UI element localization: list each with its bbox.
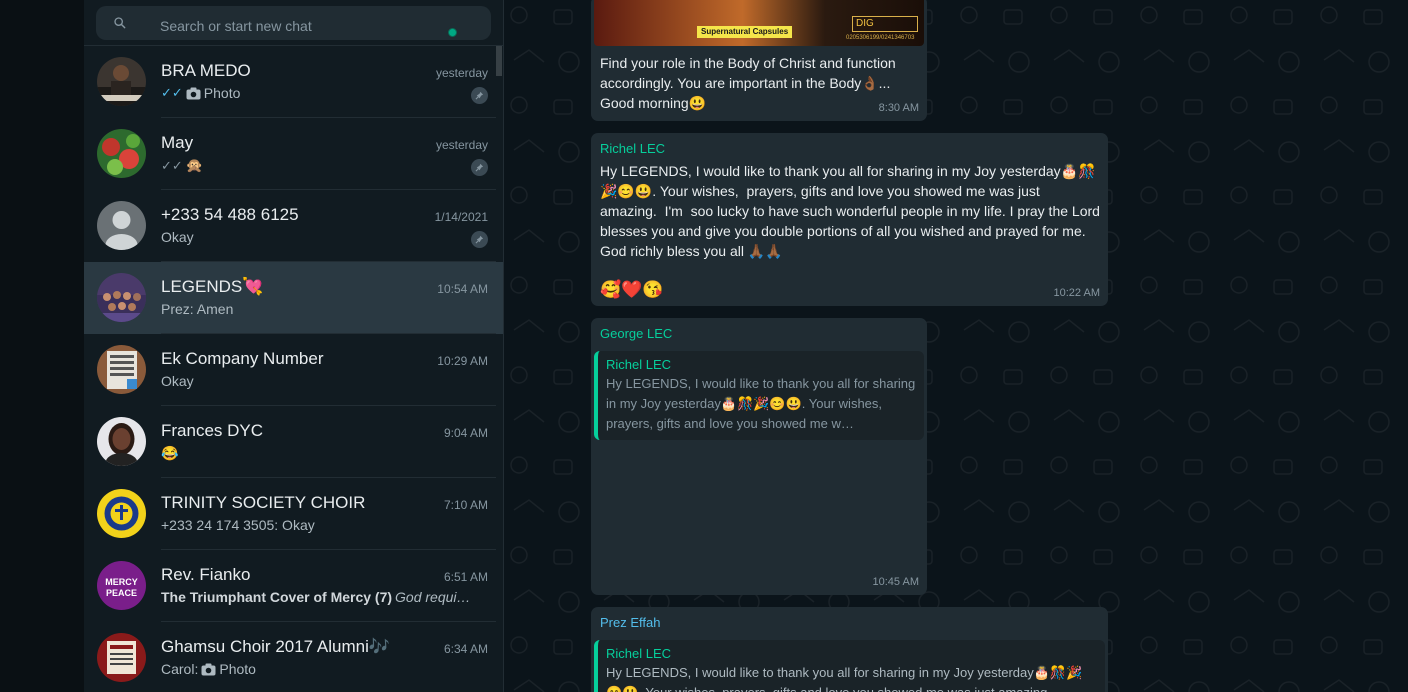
chat-time: 10:29 AM (437, 354, 488, 368)
chat-time: yesterday (435, 138, 488, 152)
chat-row-bra-medo[interactable]: BRA MEDO yesterday ✓✓ Photo (84, 46, 503, 118)
quoted-message[interactable]: Richel LEC Hy LEGENDS, I would like to t… (594, 351, 924, 440)
chat-preview: The Triumphant Cover of Mercy (7) God re… (161, 589, 470, 605)
message-bubble[interactable]: Richel LEC Hy LEGENDS, I would like to t… (591, 133, 1108, 306)
chat-preview-prefix: Carol: (161, 661, 199, 677)
pin-icon (471, 87, 488, 104)
image-caption: Supernatural Capsules (697, 26, 793, 38)
chat-row-ek-company[interactable]: Ek Company Number 10:29 AM Okay (84, 334, 503, 406)
avatar (97, 489, 146, 538)
chat-name: May (161, 133, 194, 152)
message-sender[interactable]: Prez Effah (600, 614, 1100, 632)
pin-icon (471, 159, 488, 176)
message-bubble[interactable]: Prez Effah Richel LEC Hy LEGENDS, I woul… (591, 607, 1108, 692)
avatar (97, 57, 146, 106)
chat-name: BRA MEDO (161, 61, 251, 80)
chat-time: 6:51 AM (443, 570, 488, 584)
chat-row-rev-fianko[interactable]: MERCY PEACE Rev. Fianko 6:51 AM The Trium… (84, 550, 503, 622)
chat-preview-bold: The Triumphant Cover of Mercy (7) (161, 589, 393, 605)
chat-preview-text: Okay (161, 373, 194, 389)
double-check-icon: ✓✓ (161, 157, 183, 173)
chat-preview: Carol: Photo (161, 661, 470, 677)
quoted-sender: Richel LEC (606, 357, 672, 372)
chat-preview-italic: God requi… (395, 589, 470, 605)
chat-preview: Okay (161, 373, 470, 389)
chat-time: 10:54 AM (437, 282, 488, 296)
chat-row-may[interactable]: May yesterday ✓✓ 🙊 (84, 118, 503, 190)
chat-preview: +233 24 174 3505: Okay (161, 517, 470, 533)
chat-preview: Prez: Amen (161, 301, 470, 317)
avatar (97, 345, 146, 394)
chat-preview: 😂 (161, 445, 470, 462)
chat-time: yesterday (435, 66, 488, 80)
camera-icon (201, 663, 216, 675)
chat-name: TRINITY SOCIETY CHOIR (161, 493, 366, 512)
chat-preview-text: 🙊 (185, 157, 204, 173)
conversation-panel: Supernatural Capsules DIG 0205306199/024… (504, 0, 1408, 692)
message-text-line: accordingly. You are important in the Bo… (600, 75, 891, 91)
search-input[interactable]: Search or start new chat (96, 6, 491, 40)
avatar-line2: PEACE (106, 588, 137, 598)
chat-row-legends[interactable]: LEGENDS💘 10:54 AM Prez: Amen (84, 262, 503, 334)
message-text-line: Find your role in the Body of Christ and… (600, 55, 896, 71)
chat-preview: ✓✓ Photo (161, 85, 470, 101)
chat-time: 9:04 AM (443, 426, 488, 440)
image-badge: DIG (852, 16, 918, 32)
chat-preview-text: Prez: Amen (161, 301, 234, 317)
chat-name: LEGENDS💘 (161, 277, 264, 296)
avatar (97, 129, 146, 178)
message-text-line: Good morning😃 (600, 95, 707, 111)
double-check-icon: ✓✓ (161, 85, 183, 100)
message-emojis: 🥰❤️😘 (600, 280, 664, 299)
chat-preview-text: Photo (203, 85, 241, 101)
pin-icon (471, 231, 488, 248)
chat-preview-text: 😂 (161, 445, 179, 461)
chat-name: Ghamsu Choir 2017 Alumni🎶 (161, 637, 391, 656)
message-bubble[interactable]: George LEC Richel LEC Hy LEGENDS, I woul… (591, 318, 927, 595)
chat-preview-text: Photo (219, 661, 256, 677)
message-time: 10:45 AM (872, 576, 919, 588)
avatar (97, 273, 146, 322)
avatar-line1: MERCY (105, 577, 138, 587)
message-time: 10:22 AM (1053, 287, 1100, 299)
quoted-text: Hy LEGENDS, I would like to thank you al… (606, 376, 916, 431)
chat-row-ghamsu[interactable]: Ghamsu Choir 2017 Alumni🎶 6:34 AM Carol:… (84, 622, 503, 692)
search-icon (114, 17, 126, 29)
chat-row-trinity[interactable]: TRINITY SOCIETY CHOIR 7:10 AM +233 24 17… (84, 478, 503, 550)
search-placeholder: Search or start new chat (160, 18, 312, 34)
quoted-text: Hy LEGENDS, I would like to thank you al… (606, 665, 1083, 692)
message-sender[interactable]: Richel LEC (600, 140, 1100, 158)
message-time: 8:30 AM (878, 102, 919, 114)
chat-name: Rev. Fianko (161, 565, 251, 584)
search-bar: Search or start new chat (84, 0, 503, 46)
message-text: Find your role in the Body of Christ and… (600, 53, 917, 113)
message-sender[interactable]: George LEC (600, 325, 919, 343)
chat-row-frances[interactable]: Frances DYC 9:04 AM 😂 (84, 406, 503, 478)
chat-name: Ek Company Number (161, 349, 324, 368)
chat-preview: Okay (161, 229, 470, 245)
message-bubble[interactable]: Supernatural Capsules DIG 0205306199/024… (591, 0, 927, 121)
message-image[interactable]: Supernatural Capsules DIG 0205306199/024… (594, 0, 924, 46)
chat-preview-text: Okay (161, 229, 194, 245)
chat-time: 7:10 AM (443, 498, 488, 512)
chat-time: 1/14/2021 (434, 210, 488, 224)
avatar (97, 633, 146, 682)
quoted-message[interactable]: Richel LEC Hy LEGENDS, I would like to t… (594, 640, 1105, 692)
default-avatar-icon (97, 201, 146, 250)
quoted-sender: Richel LEC (606, 646, 672, 661)
avatar: MERCY PEACE (97, 561, 146, 610)
chat-preview-text: +233 24 174 3505: Okay (161, 517, 315, 533)
image-contact: 0205306199/0241346703 (846, 35, 915, 41)
avatar (97, 417, 146, 466)
chat-name: Frances DYC (161, 421, 264, 440)
message-text: Hy LEGENDS, I would like to thank you al… (600, 163, 1104, 259)
chat-time: 6:34 AM (443, 642, 488, 656)
chat-row-phone[interactable]: +233 54 488 6125 1/14/2021 Okay (84, 190, 503, 262)
status-dot (448, 28, 457, 37)
chat-list-panel: Search or start new chat BRA MEDO yester… (84, 0, 504, 692)
chat-preview: ✓✓ 🙊 (161, 157, 470, 174)
camera-icon (186, 87, 201, 99)
chat-name: +233 54 488 6125 (161, 205, 299, 224)
